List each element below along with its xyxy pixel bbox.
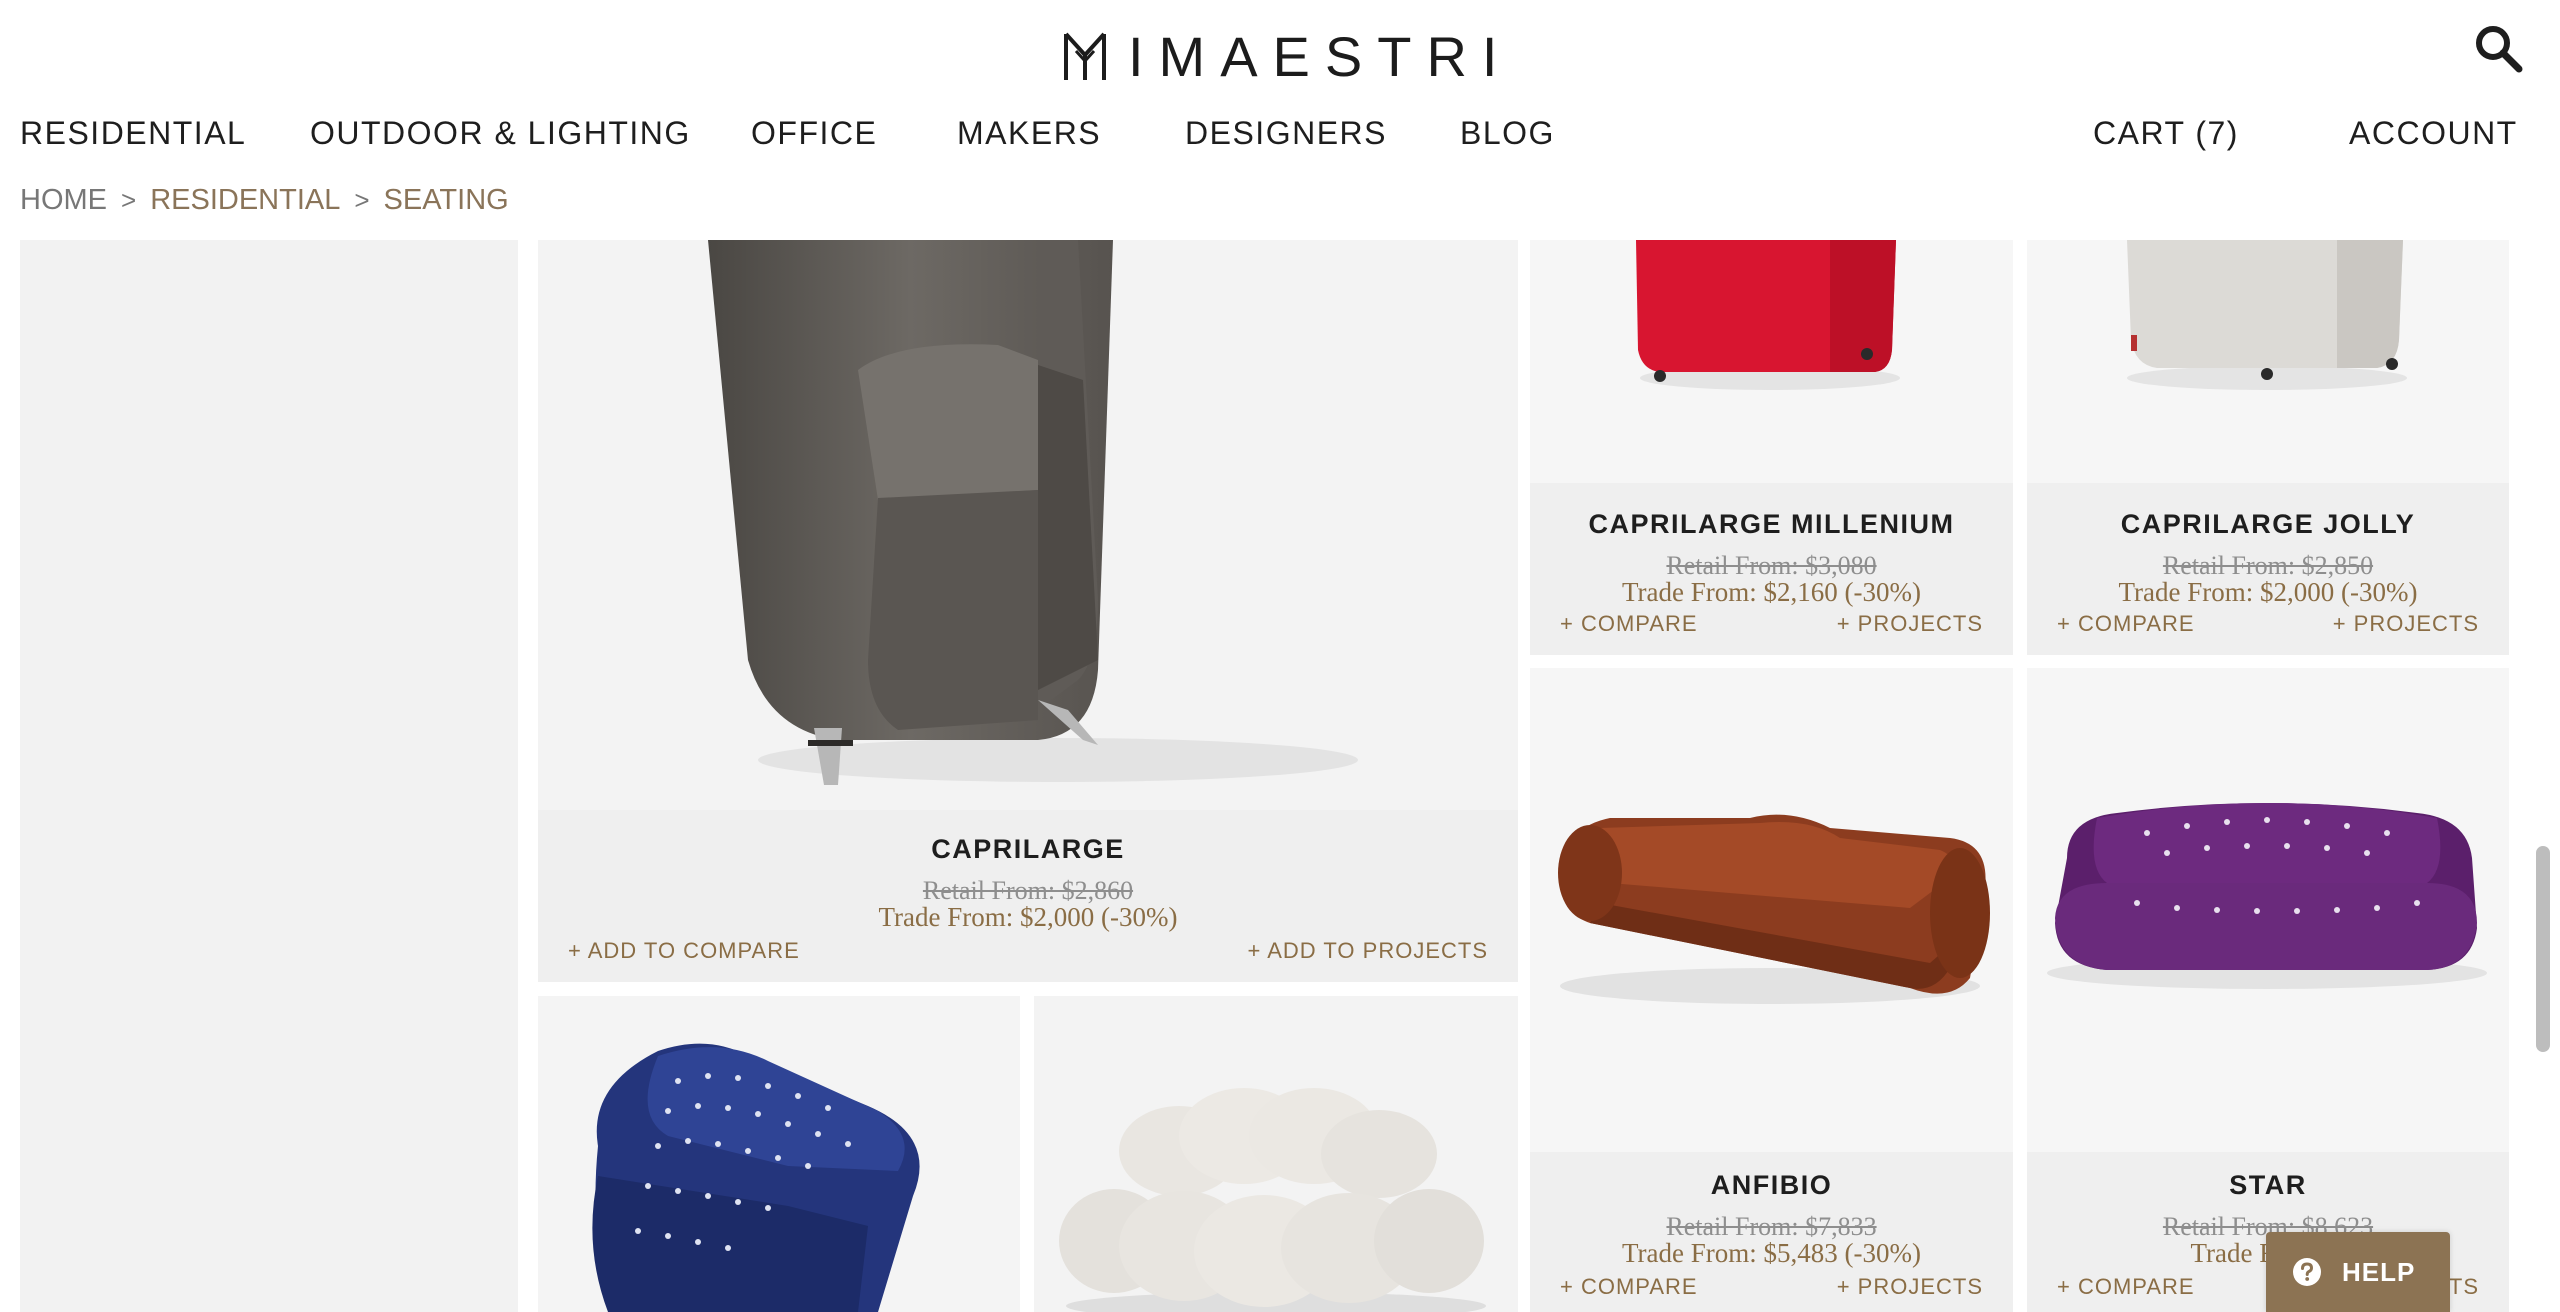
- product-card-blue-armchair[interactable]: [538, 996, 1020, 1312]
- grey-armchair-image: [708, 240, 1358, 785]
- compare-link[interactable]: + COMPARE: [2057, 1274, 2195, 1300]
- nav-outdoor-lighting[interactable]: OUTDOOR & LIGHTING: [310, 112, 691, 154]
- product-card-star[interactable]: STAR Retail From: $8,623 Trade From: $ +…: [2027, 668, 2509, 1312]
- projects-link[interactable]: + PROJECTS: [2333, 611, 2479, 637]
- compare-link[interactable]: + COMPARE: [1560, 611, 1698, 637]
- trade-price: Trade From: $5,483 (-30%): [1622, 1238, 1921, 1268]
- blue-tufted-armchair-image: [592, 1043, 920, 1312]
- filter-sidebar: [20, 240, 518, 1312]
- trade-price: Trade From: $2,160 (-30%): [1622, 577, 1921, 607]
- product-card-caprilarge-jolly[interactable]: CAPRILARGE JOLLY Retail From: $2,850 Tra…: [2027, 240, 2509, 655]
- projects-link[interactable]: + PROJECTS: [1837, 611, 1983, 637]
- white-cloud-sofa-image: [1059, 1088, 1486, 1312]
- trade-price: Trade From: $2,000 (-30%): [878, 902, 1178, 932]
- scrollbar-track[interactable]: [2532, 240, 2560, 1312]
- purple-tufted-sofa-image: [2047, 803, 2487, 989]
- breadcrumb-home[interactable]: HOME: [20, 184, 107, 216]
- product-name[interactable]: STAR: [2027, 1170, 2509, 1201]
- trade-price: Trade From: $2,000 (-30%): [2118, 577, 2418, 607]
- nav-account[interactable]: ACCOUNT: [2349, 112, 2518, 154]
- product-card-caprilarge-millenium[interactable]: CAPRILARGE MILLENIUM Retail From: $3,080…: [1530, 240, 2013, 655]
- product-info: CAPRILARGE JOLLY Retail From: $2,850 Tra…: [2027, 483, 2509, 655]
- white-armchair-image: [2127, 240, 2407, 390]
- product-info: CAPRILARGE Retail From: $2,860 Trade Fro…: [538, 810, 1518, 982]
- product-card-anfibio[interactable]: ANFIBIO Retail From: $7,833 Trade From: …: [1530, 668, 2013, 1312]
- nav-makers[interactable]: MAKERS: [957, 112, 1101, 154]
- main-nav: RESIDENTIAL OUTDOOR & LIGHTING OFFICE MA…: [20, 112, 2540, 154]
- product-name[interactable]: ANFIBIO: [1530, 1170, 2013, 1201]
- help-label: HELP: [2342, 1256, 2416, 1287]
- brown-leather-sofa-image: [1558, 814, 1990, 1004]
- product-image[interactable]: [1530, 668, 2013, 1152]
- product-image[interactable]: [2027, 240, 2509, 483]
- red-armchair-image: [1636, 240, 1900, 390]
- product-image[interactable]: [2027, 668, 2509, 1152]
- help-button[interactable]: HELP: [2266, 1232, 2450, 1312]
- breadcrumb-current[interactable]: SEATING: [384, 184, 509, 216]
- add-to-projects-link[interactable]: + ADD TO PROJECTS: [1247, 938, 1488, 964]
- site-logo[interactable]: IMAESTRI: [1062, 28, 1512, 86]
- product-info: ANFIBIO Retail From: $7,833 Trade From: …: [1530, 1152, 2013, 1312]
- breadcrumb-separator: >: [354, 185, 370, 215]
- logo-mark-icon: [1064, 32, 1106, 80]
- product-info: CAPRILARGE MILLENIUM Retail From: $3,080…: [1530, 483, 2013, 655]
- product-card-caprilarge[interactable]: CAPRILARGE Retail From: $2,860 Trade Fro…: [538, 240, 1518, 982]
- projects-link[interactable]: TS: [2449, 1274, 2479, 1300]
- nav-residential[interactable]: RESIDENTIAL: [20, 112, 246, 154]
- product-name[interactable]: CAPRILARGE JOLLY: [2027, 509, 2509, 540]
- breadcrumb-separator: >: [121, 185, 137, 215]
- breadcrumb: HOME > RESIDENTIAL > SEATING: [20, 180, 509, 220]
- product-card-cloud-sofa[interactable]: [1034, 996, 1518, 1312]
- product-name[interactable]: CAPRILARGE MILLENIUM: [1530, 509, 2013, 540]
- nav-office[interactable]: OFFICE: [751, 112, 877, 154]
- compare-link[interactable]: + COMPARE: [2057, 611, 2195, 637]
- scrollbar-thumb[interactable]: [2536, 846, 2550, 1052]
- nav-cart[interactable]: CART (7): [2093, 112, 2239, 154]
- projects-link[interactable]: + PROJECTS: [1837, 1274, 1983, 1300]
- product-image[interactable]: [1530, 240, 2013, 483]
- add-to-compare-link[interactable]: + ADD TO COMPARE: [568, 938, 800, 964]
- product-image[interactable]: [538, 240, 1518, 810]
- question-icon: [2293, 1258, 2321, 1286]
- logo-text: IMAESTRI: [1128, 25, 1513, 88]
- compare-link[interactable]: + COMPARE: [1560, 1274, 1698, 1300]
- breadcrumb-residential[interactable]: RESIDENTIAL: [150, 184, 340, 216]
- product-name[interactable]: CAPRILARGE: [538, 834, 1518, 865]
- search-icon[interactable]: [2472, 22, 2524, 74]
- nav-blog[interactable]: BLOG: [1460, 112, 1555, 154]
- nav-designers[interactable]: DESIGNERS: [1185, 112, 1387, 154]
